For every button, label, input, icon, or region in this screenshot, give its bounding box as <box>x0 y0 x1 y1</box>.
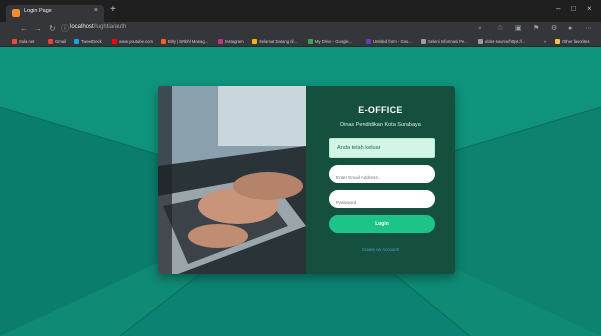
bookmarks-more-button[interactable]: » <box>544 37 546 46</box>
login-button[interactable]: Login <box>329 215 435 233</box>
settings-icon[interactable]: ⚙ <box>551 23 557 35</box>
create-account-link[interactable]: Create an Account! <box>306 247 455 252</box>
close-window-button[interactable]: × <box>587 4 592 13</box>
bookmark-item[interactable]: Gmail <box>48 37 66 46</box>
bookmarks-bar: Sula.net Gmail TweetDeck www.youtube.com… <box>0 36 601 47</box>
email-field[interactable] <box>329 165 435 183</box>
bookmark-favicon-icon <box>421 39 426 44</box>
bookmark-label: Bitly | ERbhl Manag... <box>168 39 209 44</box>
bookmark-label: Selamat Datang di... <box>259 39 297 44</box>
password-field[interactable] <box>329 190 435 208</box>
tab-login-page[interactable]: Login Page × <box>6 5 104 22</box>
bookmark-item[interactable]: Seleni Informasi Pe... <box>421 37 468 46</box>
bookmark-item[interactable]: Instagram <box>218 37 244 46</box>
bookmark-label: Sula.net <box>19 39 35 44</box>
bookmark-item[interactable]: elder-source/https://... <box>478 37 526 46</box>
other-favorites-folder[interactable]: Other favorites <box>555 37 589 46</box>
profile-avatar-icon[interactable]: ● <box>568 23 572 35</box>
url-host: localhost <box>70 24 94 30</box>
reload-icon[interactable]: ↻ <box>49 23 56 35</box>
back-arrow-icon[interactable]: ← <box>20 23 28 35</box>
bookmark-item[interactable]: www.youtube.com <box>112 37 153 46</box>
bookmark-favicon-icon <box>161 39 166 44</box>
extension-icon[interactable]: ⚑ <box>533 23 539 35</box>
minimize-button[interactable]: – <box>556 4 560 13</box>
bookmark-label: TweetDeck <box>81 39 102 44</box>
logout-alert: Anda telah keluar <box>329 138 435 158</box>
bookmark-label: www.youtube.com <box>119 39 153 44</box>
bookmark-label: My Drive - Google... <box>315 39 353 44</box>
bookmark-favicon-icon <box>12 39 17 44</box>
bookmark-label: Instagram <box>225 39 244 44</box>
app-title: E-OFFICE <box>358 105 403 115</box>
bookmark-item[interactable]: TweetDeck <box>74 37 102 46</box>
bookmark-favicon-icon <box>308 39 313 44</box>
bookmark-item[interactable]: My Drive - Google... <box>308 37 352 46</box>
bookmark-label: Gmail <box>55 39 66 44</box>
bookmark-favicon-icon <box>218 39 223 44</box>
bookmark-label: elder-source/https://... <box>485 39 526 44</box>
bookmark-favicon-icon <box>478 39 483 44</box>
tab-title: Login Page <box>24 8 52 14</box>
bookmark-favicon-icon <box>112 39 117 44</box>
login-card: E-OFFICE Dinas Pendidikan Kota Surabaya … <box>158 86 455 274</box>
laptop-typing-photo <box>158 86 306 274</box>
bookmark-favicon-icon <box>252 39 257 44</box>
star-favorite-icon[interactable]: ☆ <box>497 23 503 35</box>
search-icon[interactable]: ⌕ <box>478 23 482 35</box>
bookmark-favicon-icon <box>48 39 53 44</box>
new-tab-button[interactable]: + <box>110 5 116 15</box>
maximize-button[interactable]: □ <box>571 4 576 13</box>
forward-arrow-icon[interactable]: → <box>34 23 42 35</box>
address-bar[interactable]: localhost/lughtia/auth <box>70 24 126 30</box>
login-form-panel: E-OFFICE Dinas Pendidikan Kota Surabaya … <box>306 86 455 274</box>
bookmark-label: Seleni Informasi Pe... <box>428 39 468 44</box>
bookmark-item[interactable]: Selamat Datang di... <box>252 37 297 46</box>
folder-icon <box>555 39 560 44</box>
site-info-icon[interactable]: ⓘ <box>61 23 69 35</box>
tab-strip: Login Page × + – □ × <box>0 0 601 22</box>
url-path: /lughtia/auth <box>93 24 127 30</box>
tab-close-icon[interactable]: × <box>94 7 98 14</box>
collections-icon[interactable]: ▣ <box>515 23 522 35</box>
bookmark-item[interactable]: Sula.net <box>12 37 34 46</box>
menu-more-icon[interactable]: ⋯ <box>585 23 592 35</box>
bookmark-favicon-icon <box>74 39 79 44</box>
bookmark-item[interactable]: Bitly | ERbhl Manag... <box>161 37 208 46</box>
bookmark-label: Untitled form - Goo... <box>373 39 412 44</box>
browser-toolbar: ← → ↻ ⓘ localhost/lughtia/auth ⌕ ☆ ▣ ⚑ ⚙… <box>0 22 601 36</box>
page-viewport: E-OFFICE Dinas Pendidikan Kota Surabaya … <box>0 47 601 336</box>
app-subtitle: Dinas Pendidikan Kota Surabaya <box>340 122 421 128</box>
bookmark-item[interactable]: Untitled form - Goo... <box>366 37 412 46</box>
page-favicon-icon <box>12 9 20 17</box>
other-favorites-label: Other favorites <box>562 39 590 44</box>
browser-window: Login Page × + – □ × ← → ↻ ⓘ localhost/l… <box>0 0 601 336</box>
bookmark-favicon-icon <box>366 39 371 44</box>
